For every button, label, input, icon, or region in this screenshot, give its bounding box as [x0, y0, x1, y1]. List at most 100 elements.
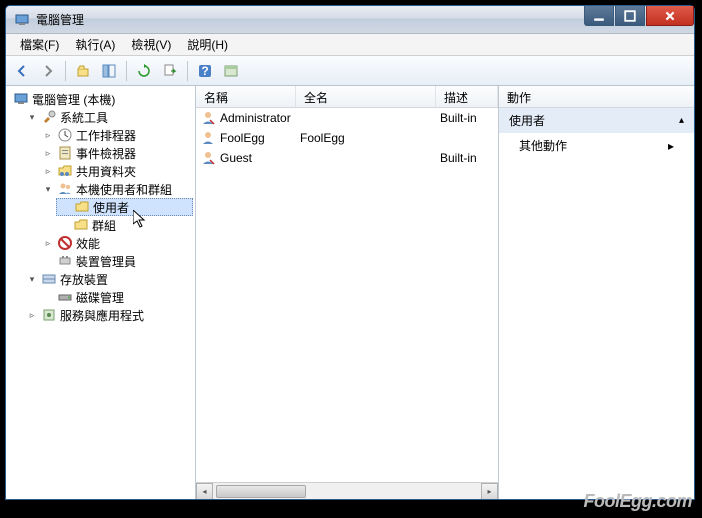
twisty-collapsed-icon[interactable]: ▹ — [26, 309, 38, 321]
cell-desc: Built-in — [440, 111, 477, 125]
action-more[interactable]: 其他動作 ▸ — [499, 133, 694, 158]
menu-action[interactable]: 執行(A) — [67, 34, 123, 55]
tree-label: 服務與應用程式 — [60, 307, 144, 324]
menu-view[interactable]: 檢視(V) — [123, 34, 179, 55]
toolbar-separator — [187, 61, 188, 81]
app-icon — [14, 12, 30, 28]
tree-device-manager[interactable]: ▹ 裝置管理員 — [40, 252, 193, 270]
tree-shared-folders[interactable]: ▹ 共用資料夾 — [40, 162, 193, 180]
toolbar-separator — [126, 61, 127, 81]
folder-icon — [73, 217, 89, 233]
action-item-label: 其他動作 — [519, 137, 567, 154]
tree-users[interactable]: ▹ 使用者 — [56, 198, 193, 216]
twisty-collapsed-icon[interactable]: ▹ — [42, 237, 54, 249]
list-row[interactable]: FoolEgg FoolEgg — [196, 128, 498, 148]
horizontal-scrollbar[interactable]: ◂ ▸ — [196, 482, 498, 499]
user-icon — [200, 150, 216, 166]
action-panel: 動作 使用者 ▴ 其他動作 ▸ — [499, 86, 694, 499]
list-header: 名稱 全名 描述 — [196, 86, 498, 108]
tree-systools[interactable]: ▾ 系統工具 — [24, 108, 193, 126]
properties-button[interactable] — [219, 59, 243, 83]
column-fullname[interactable]: 全名 — [296, 86, 436, 107]
list-row[interactable]: Guest Built-in — [196, 148, 498, 168]
export-button[interactable] — [158, 59, 182, 83]
tree-label: 裝置管理員 — [76, 253, 136, 270]
menu-file[interactable]: 檔案(F) — [12, 34, 67, 55]
storage-icon — [41, 271, 57, 287]
cell-fullname: FoolEgg — [300, 131, 345, 145]
list-panel: 名稱 全名 描述 Administrator Built-in FoolEgg — [196, 86, 499, 499]
tree-label: 群組 — [92, 217, 116, 234]
shared-folder-icon — [57, 163, 73, 179]
column-name[interactable]: 名稱 — [196, 86, 296, 107]
window-controls — [583, 6, 694, 33]
scroll-right-button[interactable]: ▸ — [481, 483, 498, 499]
tools-icon — [41, 109, 57, 125]
action-header: 動作 — [499, 86, 694, 108]
tree-storage[interactable]: ▾ 存放裝置 — [24, 270, 193, 288]
tree-label: 共用資料夾 — [76, 163, 136, 180]
main-window: 電腦管理 檔案(F) 執行(A) 檢視(V) 說明(H) ? 電腦管理 — [5, 5, 695, 500]
twisty-expanded-icon[interactable]: ▾ — [42, 183, 54, 195]
column-description[interactable]: 描述 — [436, 86, 498, 107]
twisty-collapsed-icon[interactable]: ▹ — [42, 165, 54, 177]
tree-label: 存放裝置 — [60, 271, 108, 288]
tree-label: 本機使用者和群組 — [76, 181, 172, 198]
up-button[interactable] — [71, 59, 95, 83]
twisty-collapsed-icon[interactable]: ▹ — [42, 147, 54, 159]
refresh-button[interactable] — [132, 59, 156, 83]
twisty-expanded-icon[interactable]: ▾ — [26, 111, 38, 123]
list-body[interactable]: Administrator Built-in FoolEgg FoolEgg — [196, 108, 498, 482]
performance-icon — [57, 235, 73, 251]
tree-performance[interactable]: ▹ 效能 — [40, 234, 193, 252]
cell-name: Administrator — [220, 111, 291, 125]
tree-root-label: 電腦管理 (本機) — [32, 91, 115, 108]
twisty-expanded-icon[interactable]: ▾ — [26, 273, 38, 285]
tree-disk-management[interactable]: ▹ 磁碟管理 — [40, 288, 193, 306]
submenu-icon: ▸ — [668, 139, 674, 153]
tree-label: 磁碟管理 — [76, 289, 124, 306]
cell-name: FoolEgg — [220, 131, 265, 145]
action-section-label: 使用者 — [509, 112, 545, 129]
collapse-icon: ▴ — [679, 115, 684, 126]
tree-services[interactable]: ▹ 服務與應用程式 — [24, 306, 193, 324]
folder-icon — [74, 199, 90, 215]
forward-button[interactable] — [36, 59, 60, 83]
list-row[interactable]: Administrator Built-in — [196, 108, 498, 128]
users-icon — [57, 181, 73, 197]
tree-label: 使用者 — [93, 199, 129, 216]
user-icon — [200, 110, 216, 126]
back-button[interactable] — [10, 59, 34, 83]
menu-help[interactable]: 說明(H) — [179, 34, 236, 55]
maximize-button[interactable] — [615, 6, 645, 26]
toolbar-separator — [65, 61, 66, 81]
services-icon — [41, 307, 57, 323]
tree-root[interactable]: 電腦管理 (本機) — [8, 90, 193, 108]
svg-text:?: ? — [201, 64, 208, 78]
tree-label: 效能 — [76, 235, 100, 252]
disk-icon — [57, 289, 73, 305]
event-icon — [57, 145, 73, 161]
action-section-users[interactable]: 使用者 ▴ — [499, 108, 694, 133]
tree-event-viewer[interactable]: ▹ 事件檢視器 — [40, 144, 193, 162]
scroll-left-button[interactable]: ◂ — [196, 483, 213, 499]
titlebar[interactable]: 電腦管理 — [6, 6, 694, 34]
menubar: 檔案(F) 執行(A) 檢視(V) 說明(H) — [6, 34, 694, 56]
tree-task-scheduler[interactable]: ▹ 工作排程器 — [40, 126, 193, 144]
twisty-collapsed-icon[interactable]: ▹ — [42, 129, 54, 141]
close-button[interactable] — [646, 6, 694, 26]
scroll-thumb[interactable] — [216, 485, 306, 498]
tree-panel[interactable]: 電腦管理 (本機) ▾ 系統工具 ▹ 工作排程器 — [6, 86, 196, 499]
user-icon — [200, 130, 216, 146]
tree-label: 系統工具 — [60, 109, 108, 126]
cell-desc: Built-in — [440, 151, 477, 165]
content-area: 電腦管理 (本機) ▾ 系統工具 ▹ 工作排程器 — [6, 86, 694, 499]
minimize-button[interactable] — [584, 6, 614, 26]
show-hide-tree-button[interactable] — [97, 59, 121, 83]
clock-icon — [57, 127, 73, 143]
computer-icon — [13, 91, 29, 107]
tree-local-users-groups[interactable]: ▾ 本機使用者和群組 — [40, 180, 193, 198]
help-button[interactable]: ? — [193, 59, 217, 83]
window-title: 電腦管理 — [36, 11, 583, 28]
tree-groups[interactable]: ▹ 群組 — [56, 216, 193, 234]
